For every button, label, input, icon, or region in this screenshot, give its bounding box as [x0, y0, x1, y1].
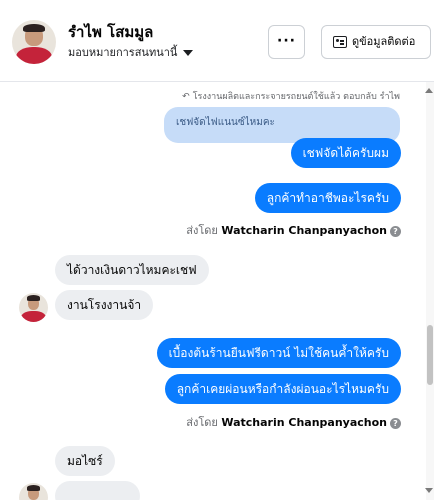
help-icon[interactable]: ?: [390, 225, 401, 237]
message-bubble-incoming[interactable]: มอไซร์: [55, 446, 115, 476]
contact-card-icon: [333, 36, 347, 48]
scroll-up-icon[interactable]: [425, 88, 433, 93]
reply-context: ↶ โรงงานผลิตและกระจายรถยนต์ใช้แล้ว ตอบกลั…: [182, 92, 400, 102]
assign-conversation-dropdown[interactable]: มอบหมายการสนทนานี้: [68, 43, 194, 61]
message-bubble-incoming[interactable]: [55, 481, 140, 500]
view-contact-button[interactable]: ดูข้อมูลติดต่อ: [321, 25, 431, 59]
sender-avatar[interactable]: [19, 483, 48, 500]
sent-by-label: ส่งโดย Watcharin Chanpanyachon?: [186, 221, 401, 239]
sent-by-label: ส่งโดย Watcharin Chanpanyachon?: [186, 413, 401, 431]
contact-avatar[interactable]: [12, 20, 56, 64]
message-bubble-incoming[interactable]: ได้วางเงินดาวไหมคะเชฟ: [55, 255, 209, 285]
contact-name[interactable]: รำไพ โสมมูล: [68, 20, 153, 44]
assign-conversation-label: มอบหมายการสนทนานี้: [68, 46, 178, 59]
message-bubble-incoming[interactable]: งานโรงงานจ้า: [55, 290, 154, 320]
caret-down-icon: [183, 50, 194, 56]
conversation-header: รำไพ โสมมูล มอบหมายการสนทนานี้ ··· ดูข้อ…: [0, 0, 434, 82]
scrollbar-thumb[interactable]: [427, 325, 433, 385]
reply-arrow-icon: ↶: [182, 92, 190, 102]
message-bubble-outgoing[interactable]: ลูกค้าทำอาชีพอะไรครับ: [254, 183, 401, 213]
view-contact-label: ดูข้อมูลติดต่อ: [352, 35, 416, 48]
help-icon[interactable]: ?: [390, 417, 401, 429]
scrollbar-track[interactable]: [426, 82, 434, 500]
message-bubble-outgoing[interactable]: เบื้องต้นร้านยืนฟรีดาวน์ ไม่ใช้คนค้ำให้ค…: [156, 338, 401, 368]
message-bubble-outgoing[interactable]: ลูกค้าเคยผ่อนหรือกำลังผ่อนอะไรไหมครับ: [164, 374, 401, 404]
sender-avatar[interactable]: [19, 293, 48, 322]
more-options-button[interactable]: ···: [268, 25, 305, 59]
message-bubble-outgoing[interactable]: เชฟจัดได้ครับผม: [290, 138, 401, 168]
scroll-down-icon[interactable]: [425, 488, 433, 493]
